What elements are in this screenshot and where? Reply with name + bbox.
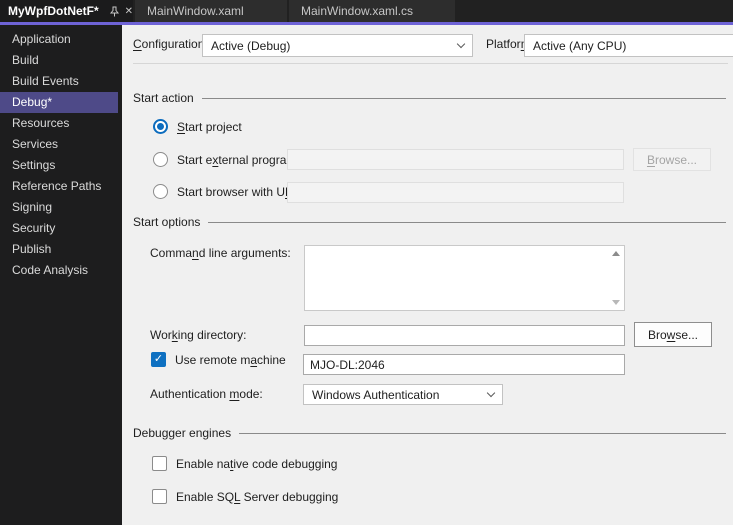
use-remote-machine-option: ✓ Use remote machine bbox=[151, 352, 286, 367]
pin-icon[interactable] bbox=[109, 5, 120, 18]
authentication-mode-label: Authentication mode: bbox=[150, 387, 263, 401]
chevron-down-icon bbox=[486, 388, 496, 398]
native-debugging-checkbox[interactable] bbox=[152, 456, 167, 471]
sql-debugging-label: Enable SQL Server debugging bbox=[176, 489, 339, 504]
sidebar-item-signing[interactable]: Signing bbox=[0, 197, 118, 218]
start-options-title: Start options bbox=[133, 215, 201, 229]
browser-url-input[interactable] bbox=[287, 182, 624, 203]
external-program-browse-button[interactable]: Browse... bbox=[633, 148, 711, 171]
configuration-value: Active (Debug) bbox=[211, 38, 291, 53]
platform-value: Active (Any CPU) bbox=[533, 38, 627, 53]
sidebar-item-publish[interactable]: Publish bbox=[0, 239, 118, 260]
scroll-down-icon[interactable] bbox=[611, 300, 620, 305]
configuration-combobox[interactable]: Active (Debug) bbox=[202, 34, 473, 57]
start-external-option: Start external program: bbox=[153, 152, 300, 167]
authentication-mode-combobox[interactable]: Windows Authentication bbox=[303, 384, 503, 405]
sidebar-item-resources[interactable]: Resources bbox=[0, 113, 118, 134]
section-rule bbox=[239, 432, 726, 434]
working-directory-browse-button[interactable]: Bro w se... bbox=[634, 322, 712, 347]
start-project-label: Start project bbox=[177, 119, 242, 134]
start-browser-radio[interactable] bbox=[153, 184, 168, 199]
close-icon[interactable]: ✕ bbox=[125, 5, 133, 18]
config-separator bbox=[133, 63, 728, 64]
document-tab-bar: MyWpfDotNetF* ✕ MainWindow.xaml MainWind… bbox=[0, 0, 733, 22]
tab-label: MyWpfDotNetF* bbox=[8, 4, 99, 18]
sidebar-item-services[interactable]: Services bbox=[0, 134, 118, 155]
section-rule bbox=[201, 97, 726, 99]
start-action-title: Start action bbox=[133, 91, 194, 105]
sidebar-item-application[interactable]: Application bbox=[0, 29, 118, 50]
property-pages-sidebar: Application Build Build Events Debug* Re… bbox=[0, 25, 122, 525]
sidebar-item-build[interactable]: Build bbox=[0, 50, 118, 71]
command-line-arguments-input[interactable] bbox=[304, 245, 625, 311]
tab-mainwindow-xaml[interactable]: MainWindow.xaml bbox=[135, 0, 287, 22]
native-debugging-label: Enable native code debugging bbox=[176, 456, 338, 471]
sidebar-item-code-analysis[interactable]: Code Analysis bbox=[0, 260, 118, 281]
tab-label: MainWindow.xaml.cs bbox=[301, 4, 414, 18]
chevron-down-icon bbox=[456, 39, 466, 49]
start-external-label: Start external program: bbox=[177, 152, 300, 167]
command-line-label: Command line arguments: bbox=[150, 246, 291, 260]
debugger-engines-title: Debugger engines bbox=[133, 426, 232, 440]
platform-combobox[interactable]: Active (Any CPU) bbox=[524, 34, 733, 57]
tab-label: MainWindow.xaml bbox=[147, 4, 244, 18]
working-directory-label: Working directory: bbox=[150, 328, 247, 342]
start-project-option: Start project bbox=[153, 119, 242, 134]
check-icon: ✓ bbox=[153, 353, 164, 365]
start-project-radio[interactable] bbox=[153, 119, 168, 134]
start-action-section-header: Start action bbox=[133, 91, 726, 105]
use-remote-machine-checkbox[interactable]: ✓ bbox=[151, 352, 166, 367]
configuration-label: Configuration: bbox=[133, 37, 208, 51]
tab-mainwindow-xaml-cs[interactable]: MainWindow.xaml.cs bbox=[289, 0, 455, 22]
tab-bar-filler bbox=[457, 0, 733, 22]
debug-page-content: Configuration: Active (Debug) Platform: … bbox=[122, 25, 733, 525]
use-remote-machine-label: Use remote machine bbox=[175, 352, 286, 367]
sql-debugging-option: Enable SQL Server debugging bbox=[152, 489, 338, 504]
external-program-input[interactable] bbox=[287, 149, 624, 170]
start-external-radio[interactable] bbox=[153, 152, 168, 167]
start-options-section-header: Start options bbox=[133, 215, 726, 229]
tab-mywpfdotnetf[interactable]: MyWpfDotNetF* ✕ bbox=[0, 0, 133, 22]
sidebar-item-security[interactable]: Security bbox=[0, 218, 118, 239]
working-directory-input[interactable] bbox=[304, 325, 625, 346]
debugger-engines-section-header: Debugger engines bbox=[133, 426, 726, 440]
start-browser-option: Start browser with URL: bbox=[153, 184, 304, 199]
sidebar-item-reference-paths[interactable]: Reference Paths bbox=[0, 176, 118, 197]
sidebar-item-build-events[interactable]: Build Events bbox=[0, 71, 118, 92]
sidebar-item-debug[interactable]: Debug* bbox=[0, 92, 118, 113]
sidebar-item-settings[interactable]: Settings bbox=[0, 155, 118, 176]
remote-machine-input[interactable] bbox=[303, 354, 625, 375]
section-rule bbox=[208, 221, 726, 223]
native-debugging-option: Enable native code debugging bbox=[152, 456, 337, 471]
scrollbar[interactable] bbox=[607, 246, 624, 310]
scroll-up-icon[interactable] bbox=[611, 251, 620, 256]
start-browser-label: Start browser with URL: bbox=[177, 184, 304, 199]
authentication-mode-value: Windows Authentication bbox=[312, 387, 440, 402]
sql-debugging-checkbox[interactable] bbox=[152, 489, 167, 504]
